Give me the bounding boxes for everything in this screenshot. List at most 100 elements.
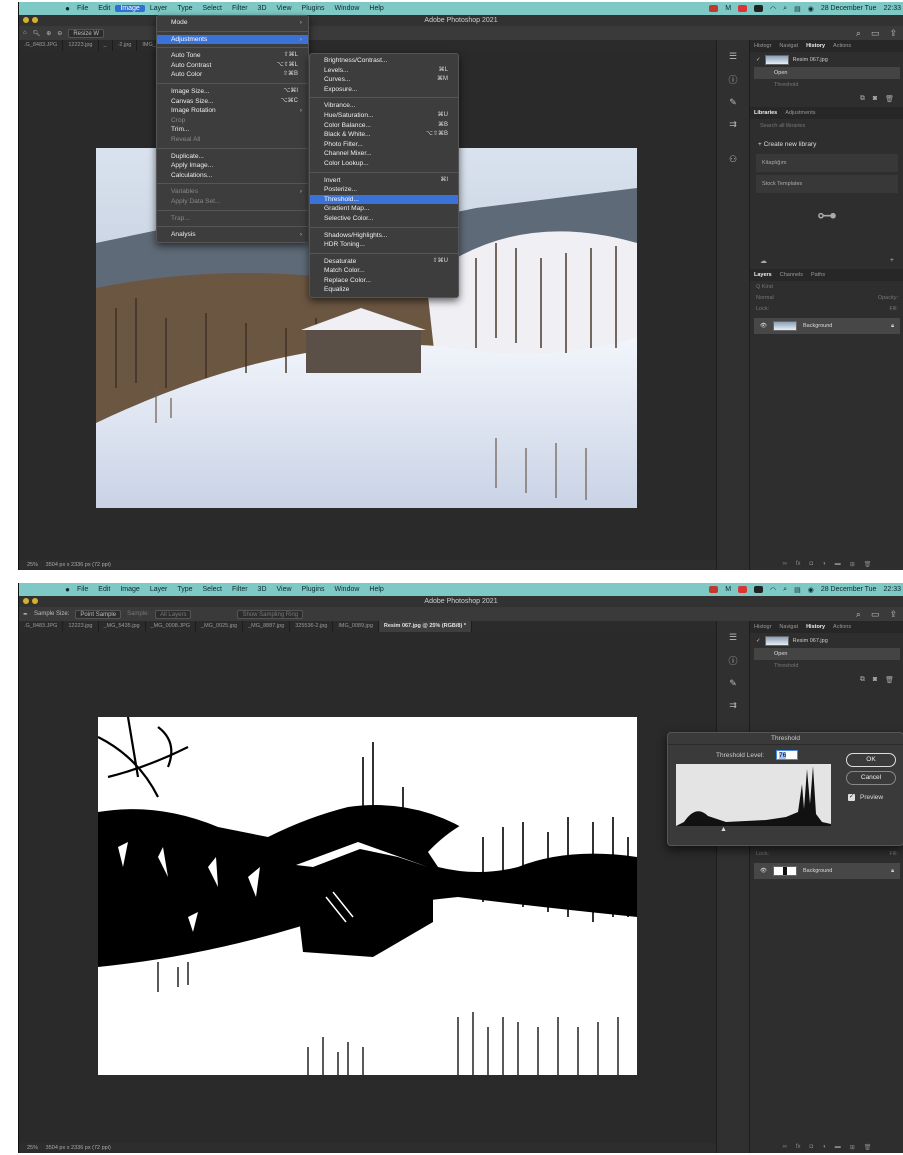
menu-edit[interactable]: Edit <box>93 586 115 593</box>
resize-windows-checkbox[interactable]: Resize W <box>68 28 104 38</box>
menu-item[interactable]: Auto Tone ⇧⌘L <box>157 51 308 61</box>
menu-select[interactable]: Select <box>198 5 227 12</box>
preview-checkbox[interactable]: ✓ Preview <box>848 794 883 801</box>
plus-icon[interactable]: + <box>890 257 894 265</box>
menu-item[interactable]: Curves... ⌘M <box>310 75 458 85</box>
document-tab[interactable]: _MG_8887.jpg <box>243 621 291 632</box>
panel-tab-actions[interactable]: Actions <box>829 624 855 630</box>
document-tab[interactable]: IMG_0089.jpg <box>333 621 379 632</box>
history-state-open[interactable]: Open <box>754 67 900 79</box>
battery-icon[interactable] <box>754 586 764 593</box>
library-item[interactable]: Stock Templates <box>756 175 898 193</box>
new-document-icon[interactable]: ⧉ <box>860 676 865 684</box>
cloud-icon[interactable]: ☁ <box>760 257 767 265</box>
history-state-open[interactable]: Open <box>754 648 900 660</box>
menu-image[interactable]: Image <box>115 586 144 593</box>
document-tab[interactable]: -2.jpg <box>113 40 138 51</box>
zoom-tool-icon[interactable]: 🔍︎ <box>33 30 41 37</box>
menu-file[interactable]: File <box>72 586 93 593</box>
search-icon[interactable]: ⌕ <box>856 609 861 620</box>
home-icon[interactable]: ⌂ <box>23 30 27 36</box>
wifi-icon[interactable]: ◠ <box>770 586 776 594</box>
apple-icon[interactable]: ● <box>63 4 72 13</box>
history-state-threshold[interactable]: Threshold <box>754 79 900 91</box>
blend-mode[interactable]: NormalOpacity: <box>750 292 903 303</box>
menu-layer[interactable]: Layer <box>145 5 173 12</box>
share-icon[interactable]: ⇪ <box>889 609 897 620</box>
link-icon[interactable]: ∞ <box>783 1144 787 1150</box>
menu-item[interactable]: Channel Mixer... <box>310 149 458 159</box>
flag-icon[interactable] <box>738 5 748 12</box>
menu-item[interactable]: Photo Filter... <box>310 140 458 150</box>
menu-item[interactable]: Auto Contrast ⌥⇧⌘L <box>157 61 308 71</box>
menu-item[interactable]: Brightness/Contrast... <box>310 56 458 66</box>
menu-item[interactable]: Black & White... ⌥⇧⌘B <box>310 130 458 140</box>
panel-tab-layers[interactable]: Layers <box>750 272 776 278</box>
eye-icon[interactable]: 👁︎ <box>760 323 767 329</box>
menu-item[interactable]: Mode › <box>157 18 308 28</box>
checkbox-checked-icon[interactable]: ✓ <box>848 794 855 801</box>
menu-3d[interactable]: 3D <box>253 586 272 593</box>
panel-tab-libraries[interactable]: Libraries <box>750 110 781 116</box>
trash-icon[interactable]: 🗑︎ <box>885 676 894 684</box>
siri-icon[interactable]: ◉ <box>808 5 814 13</box>
lock-options[interactable]: Lock: Fill: <box>750 848 903 859</box>
workspace-icon[interactable]: ▭ <box>871 28 880 39</box>
adjustment-icon[interactable]: ◑ <box>822 1144 826 1150</box>
menu-item[interactable]: Equalize <box>310 285 458 295</box>
lock-options[interactable]: Lock: Fill: <box>750 303 903 314</box>
app-icon[interactable] <box>709 5 719 12</box>
m-icon[interactable]: M <box>725 5 731 12</box>
menu-item[interactable]: Posterize... <box>310 185 458 195</box>
search-icon[interactable]: ⌕ <box>856 28 861 39</box>
document-tab[interactable]: _ <box>99 40 113 51</box>
menu-item[interactable]: Shadows/Highlights... <box>310 231 458 241</box>
new-layer-icon[interactable]: ⊞ <box>850 1144 855 1151</box>
share-icon[interactable]: ⇪ <box>889 28 897 39</box>
brush-settings-icon[interactable]: ✎ <box>717 97 749 108</box>
person-icon[interactable]: ⚇ <box>717 154 749 165</box>
menu-layer[interactable]: Layer <box>145 586 173 593</box>
menu-edit[interactable]: Edit <box>93 5 115 12</box>
window-controls[interactable] <box>23 598 38 604</box>
menu-view[interactable]: View <box>272 5 297 12</box>
new-document-icon[interactable]: ⧉ <box>860 95 865 103</box>
brush-settings-icon[interactable]: ✎ <box>717 678 749 689</box>
history-panel-icon[interactable]: ☰ <box>717 632 749 643</box>
menu-type[interactable]: Type <box>172 5 197 12</box>
panel-tab-history[interactable]: History <box>802 43 829 49</box>
menu-item[interactable]: HDR Toning... <box>310 240 458 250</box>
trash-icon[interactable]: 🗑︎ <box>864 561 872 568</box>
library-item[interactable]: Kitaplığım <box>756 154 898 172</box>
document-tab[interactable]: _MG_0008.JPG <box>146 621 197 632</box>
m-icon[interactable]: M <box>725 586 731 593</box>
menu-type[interactable]: Type <box>172 586 197 593</box>
adjust-icon[interactable]: ⇉ <box>717 119 749 130</box>
menu-item[interactable]: Duplicate... <box>157 152 308 162</box>
workspace-icon[interactable]: ▭ <box>871 609 880 620</box>
menu-item[interactable]: Trim... <box>157 125 308 135</box>
menu-item[interactable]: Match Color... <box>310 266 458 276</box>
panel-tab-history[interactable]: History <box>802 624 829 630</box>
document-tab[interactable]: .G_8483.JPG <box>19 621 64 632</box>
menu-image[interactable]: Image <box>115 5 145 12</box>
history-panel-icon[interactable]: ☰ <box>717 51 749 62</box>
document-tab[interactable]: .G_8483.JPG <box>19 40 64 51</box>
panel-tab-histogr[interactable]: Histogr <box>750 624 775 630</box>
fx-icon[interactable]: fx <box>796 1144 801 1150</box>
panel-tab-channels[interactable]: Channels <box>776 272 807 278</box>
history-snapshot[interactable]: ✓ Resim 067.jpg <box>750 633 903 648</box>
layer-filter[interactable]: Q Kind <box>750 281 903 292</box>
menu-window[interactable]: Window <box>330 586 365 593</box>
panel-tab-navigat[interactable]: Navigat <box>775 43 802 49</box>
trash-icon[interactable]: 🗑︎ <box>864 1144 872 1151</box>
adjustment-icon[interactable]: ◑ <box>822 561 826 567</box>
threshold-slider-handle[interactable]: ▲ <box>720 826 727 833</box>
document-tab[interactable]: 12223.jpg <box>63 621 99 632</box>
menu-item[interactable]: Color Lookup... <box>310 159 458 169</box>
menu-help[interactable]: Help <box>364 5 388 12</box>
window-controls[interactable] <box>23 17 38 23</box>
info-icon[interactable]: ⓘ <box>717 73 749 86</box>
folder-icon[interactable]: ▬ <box>835 1144 841 1150</box>
document-tab[interactable]: _MG_0025.jpg <box>196 621 244 632</box>
